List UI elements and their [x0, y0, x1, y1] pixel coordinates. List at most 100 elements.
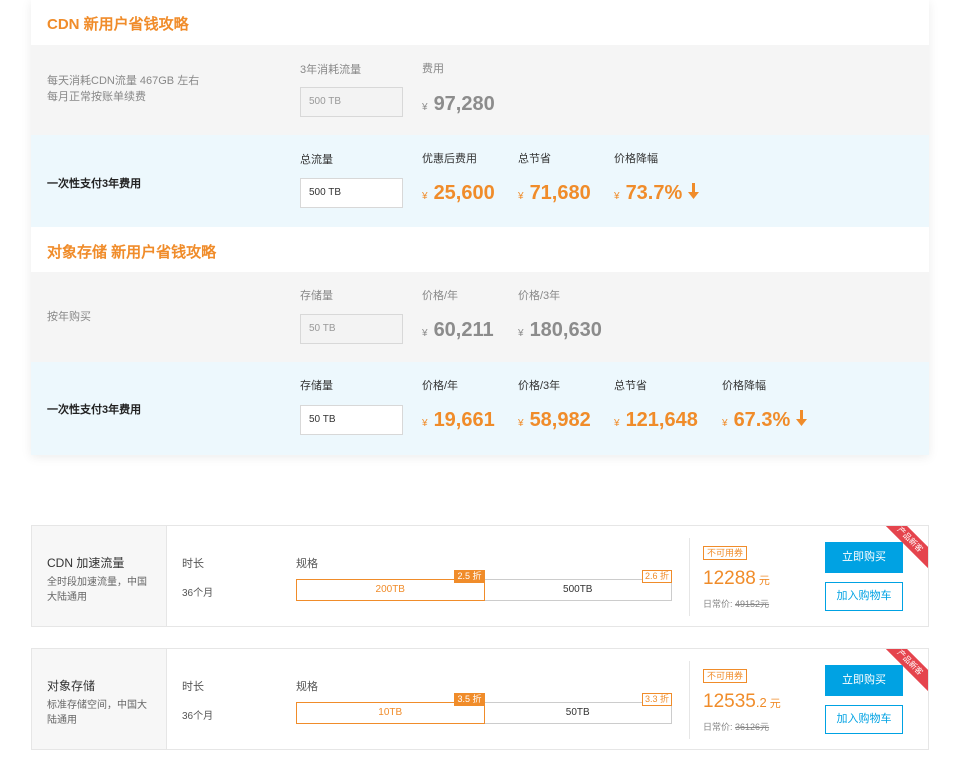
oss-onetime-drop-label: 价格降幅: [722, 380, 766, 392]
currency-symbol: ¥: [422, 102, 428, 113]
price-main: 12288: [703, 568, 756, 589]
oss-onetime-row: 一次性支付3年费用 存储量 50 TB 价格/年 ¥19,661 价格/3年 ¥…: [31, 362, 929, 455]
oss-normal-3year-amount: 180,630: [529, 319, 602, 341]
cdn-onetime-title: 一次性支付3年费用: [47, 178, 142, 190]
product-desc: 标准存储空间，中国大陆通用: [47, 700, 147, 726]
oss-onetime-title: 一次性支付3年费用: [47, 404, 142, 416]
discount-badge: 3.3 折: [641, 693, 672, 706]
duration-value: 36个月: [182, 588, 214, 599]
currency-symbol: ¥: [722, 418, 728, 429]
spec-option-200tb[interactable]: 200TB 2.5 折: [296, 570, 485, 601]
oss-normal-yearly-amount: 60,211: [433, 319, 494, 341]
cdn-normal-row: 每天消耗CDN流量 467GB 左右 每月正常按账单续费 3年消耗流量 500 …: [31, 45, 929, 135]
buy-now-button[interactable]: 立即购买: [825, 665, 903, 696]
spec-option-label: 500TB: [563, 584, 593, 595]
divider: [689, 538, 690, 616]
price-decimal: .2: [755, 695, 767, 710]
product-card-cdn: CDN 加速流量 全时段加速流量，中国大陆通用 时长 36个月 规格 200TB…: [31, 525, 929, 627]
currency-symbol: ¥: [614, 418, 620, 429]
oss-onetime-savings-label: 总节省: [614, 380, 647, 392]
duration-value: 36个月: [182, 711, 214, 722]
currency-symbol: ¥: [518, 191, 524, 202]
cdn-onetime-savings-label: 总节省: [518, 153, 551, 165]
oss-normal-row: 按年购买 存储量 50 TB 价格/年 ¥60,211 价格/3年 ¥180,6…: [31, 272, 929, 362]
cdn-onetime-row: 一次性支付3年费用 总流量 500 TB 优惠后费用 ¥25,600 总节省 ¥…: [31, 135, 929, 227]
oss-normal-desc: 按年购买: [47, 311, 91, 323]
spec-option-label: 10TB: [378, 707, 403, 718]
original-price-label: 日常价:: [703, 722, 733, 732]
cdn-onetime-savings-amount: 71,680: [529, 182, 591, 204]
cdn-onetime-savings-value: ¥71,680: [518, 182, 591, 205]
cdn-onetime-discounted-amount: 25,600: [433, 182, 495, 204]
cdn-normal-cost-amount: 97,280: [433, 93, 495, 115]
cdn-onetime-traffic-label: 总流量: [300, 154, 333, 166]
discount-badge: 2.6 折: [641, 570, 672, 583]
add-to-cart-button[interactable]: 加入购物车: [825, 582, 903, 611]
oss-onetime-savings-amount: 121,648: [625, 409, 698, 431]
add-to-cart-button[interactable]: 加入购物车: [825, 705, 903, 734]
price-unit: 元: [758, 575, 770, 587]
oss-onetime-3year-value: ¥58,982: [518, 409, 591, 432]
cdn-onetime-discounted-value: ¥25,600: [422, 182, 495, 205]
product-price: 12288 元: [703, 568, 770, 590]
duration-label: 时长: [182, 558, 204, 570]
product-price: 12535.2 元: [703, 691, 781, 713]
coupon-badge: 不可用券: [703, 669, 748, 683]
divider: [689, 661, 690, 739]
buy-now-button[interactable]: 立即购买: [825, 542, 903, 573]
discount-badge: 2.5 折: [454, 570, 485, 583]
cdn-normal-desc-line1: 每天消耗CDN流量 467GB 左右: [47, 75, 200, 87]
cdn-onetime-drop-percent: 73.7%: [625, 182, 683, 204]
oss-onetime-yearly-label: 价格/年: [422, 380, 459, 392]
oss-normal-3year-label: 价格/3年: [518, 290, 561, 302]
cdn-normal-traffic-input: 500 TB: [300, 87, 403, 117]
spec-option-label: 50TB: [565, 707, 590, 718]
price-main: 12535: [703, 691, 756, 712]
oss-onetime-storage-input[interactable]: 50 TB: [300, 405, 403, 435]
currency-symbol: ¥: [614, 191, 620, 202]
currency-symbol: ¥: [518, 328, 524, 339]
spec-option-500tb[interactable]: 500TB 2.6 折: [485, 570, 672, 600]
coupon-badge: 不可用券: [703, 546, 748, 560]
spec-option-label: 200TB: [375, 584, 405, 595]
currency-symbol: ¥: [422, 191, 428, 202]
cdn-normal-traffic-label: 3年消耗流量: [300, 64, 362, 76]
product-desc: 全时段加速流量，中国大陆通用: [47, 577, 147, 603]
original-price-label: 日常价:: [703, 599, 733, 609]
currency-symbol: ¥: [422, 328, 428, 339]
oss-normal-yearly-value: ¥60,211: [422, 319, 494, 342]
oss-normal-3year-value: ¥180,630: [518, 319, 602, 342]
oss-normal-yearly-label: 价格/年: [422, 290, 459, 302]
spec-selector: 10TB 3.5 折 50TB 3.3 折: [296, 693, 672, 724]
oss-onetime-3year-amount: 58,982: [529, 409, 591, 431]
cdn-onetime-traffic-input[interactable]: 500 TB: [300, 178, 403, 208]
discount-badge: 3.5 折: [454, 693, 485, 706]
product-name: 对象存储: [47, 679, 96, 693]
arrow-down-icon: [688, 182, 700, 205]
price-unit: 元: [769, 698, 781, 710]
oss-onetime-yearly-amount: 19,661: [433, 409, 495, 431]
product-info-panel: 对象存储 标准存储空间，中国大陆通用: [32, 649, 167, 749]
cdn-section-title: CDN 新用户省钱攻略: [47, 16, 189, 33]
currency-symbol: ¥: [422, 418, 428, 429]
spec-option-10tb[interactable]: 10TB 3.5 折: [296, 693, 485, 724]
cdn-normal-cost-label: 费用: [422, 63, 444, 75]
spec-label: 规格: [296, 681, 318, 693]
spec-selector: 200TB 2.5 折 500TB 2.6 折: [296, 570, 672, 601]
savings-calculator-card: CDN 新用户省钱攻略 每天消耗CDN流量 467GB 左右 每月正常按账单续费…: [31, 0, 929, 455]
original-price: 日常价: 49152元: [703, 597, 769, 610]
spec-option-50tb[interactable]: 50TB 3.3 折: [485, 693, 672, 723]
oss-onetime-storage-label: 存储量: [300, 380, 333, 392]
oss-normal-storage-input: 50 TB: [300, 314, 403, 344]
original-price-value: 49152元: [735, 599, 770, 609]
original-price-value: 36126元: [735, 722, 770, 732]
oss-onetime-drop-percent: 67.3%: [733, 409, 791, 431]
cdn-onetime-drop-value: ¥73.7%: [614, 182, 700, 205]
product-info-panel: CDN 加速流量 全时段加速流量，中国大陆通用: [32, 526, 167, 626]
cdn-onetime-discounted-label: 优惠后费用: [422, 153, 477, 165]
original-price: 日常价: 36126元: [703, 720, 769, 733]
currency-symbol: ¥: [518, 418, 524, 429]
oss-onetime-drop-value: ¥67.3%: [722, 409, 808, 432]
duration-label: 时长: [182, 681, 204, 693]
cdn-normal-desc-line2: 每月正常按账单续费: [47, 91, 146, 103]
